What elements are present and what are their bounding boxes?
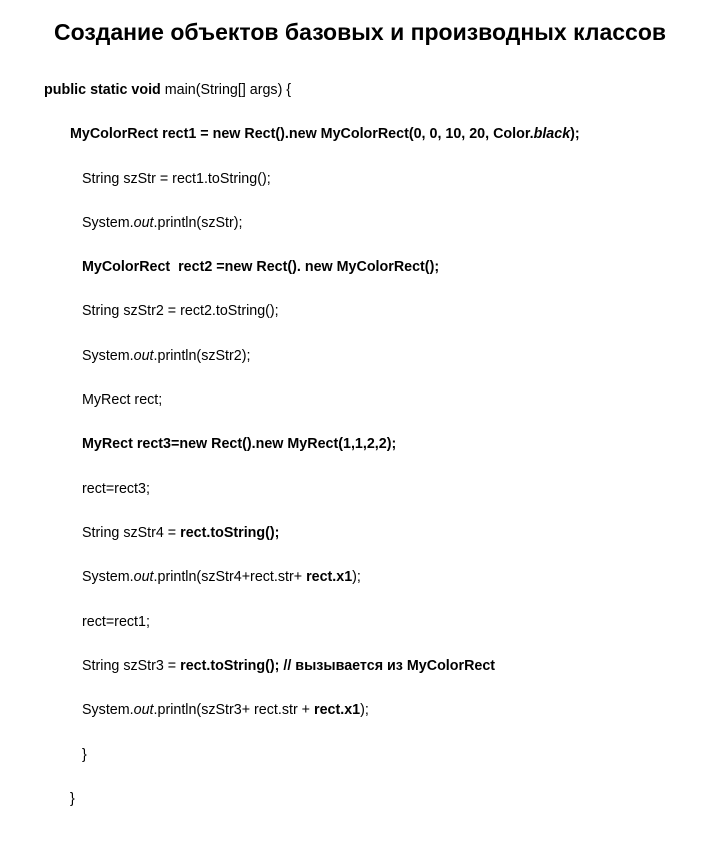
code-line: }: [44, 744, 676, 766]
text: rect.x1: [314, 702, 360, 718]
text: .println(szStr3+ rect.str +: [154, 702, 315, 718]
text: out: [134, 569, 154, 585]
text: );: [570, 126, 580, 142]
code-line: String szStr = rect1.toString();: [44, 168, 676, 190]
code-line: rect=rect3;: [44, 478, 676, 500]
code-line: System.out.println(szStr4+rect.str+ rect…: [44, 566, 676, 588]
code-line: MyRect rect3=new Rect().new MyRect(1,1,2…: [44, 433, 676, 455]
text: String szStr3 =: [82, 658, 180, 674]
code-line: }: [44, 788, 676, 810]
text: MyRect rect3=new Rect().new MyRect(1,1,2…: [82, 436, 396, 452]
keyword: public static void: [44, 82, 161, 98]
code-block: public static void main(String[] args) {…: [44, 57, 676, 854]
text: );: [352, 569, 361, 585]
text: System.: [82, 569, 134, 585]
text: rect=rect3;: [82, 481, 150, 497]
text: black: [534, 126, 571, 142]
code-line: MyRect rect;: [44, 389, 676, 411]
code-line: String szStr2 = rect2.toString();: [44, 300, 676, 322]
text: rect.toString(); // вызывается из MyColo…: [180, 658, 495, 674]
code-line: System.out.println(szStr2);: [44, 345, 676, 367]
text: MyColorRect rect2 =new Rect(). new MyCol…: [82, 259, 439, 275]
text: .println(szStr4+rect.str+: [154, 569, 303, 585]
code-line: System.out.println(szStr);: [44, 212, 676, 234]
text: System.: [82, 702, 134, 718]
code-line: public static void main(String[] args) {: [44, 79, 676, 101]
text: .println(szStr2);: [154, 348, 251, 364]
code-line: String szStr3 = rect.toString(); // вызы…: [44, 655, 676, 677]
code-line: MyColorRect rect2 =new Rect(). new MyCol…: [44, 256, 676, 278]
text: String szStr2 = rect2.toString();: [82, 303, 279, 319]
code-line: String szStr4 = rect.toString();: [44, 522, 676, 544]
code-line: rect=rect1;: [44, 611, 676, 633]
text: String szStr4 =: [82, 525, 180, 541]
text: System.: [82, 215, 134, 231]
text: }: [70, 791, 75, 807]
text: }: [82, 747, 87, 763]
slide-title: Создание объектов базовых и производных …: [44, 18, 676, 47]
text: main(String[] args) {: [161, 82, 291, 98]
text: rect.toString();: [180, 525, 279, 541]
text: MyColorRect rect1 = new Rect().new MyCol…: [70, 126, 534, 142]
text: MyRect rect;: [82, 392, 162, 408]
text: );: [360, 702, 369, 718]
code-line: MyColorRect rect1 = new Rect().new MyCol…: [44, 123, 676, 145]
text: System.: [82, 348, 134, 364]
text: out: [134, 702, 154, 718]
text: out: [134, 215, 154, 231]
text: rect.x1: [302, 569, 352, 585]
text: rect=rect1;: [82, 614, 150, 630]
text: .println(szStr);: [154, 215, 243, 231]
text: out: [134, 348, 154, 364]
code-line: System.out.println(szStr3+ rect.str + re…: [44, 699, 676, 721]
text: String szStr = rect1.toString();: [82, 171, 271, 187]
